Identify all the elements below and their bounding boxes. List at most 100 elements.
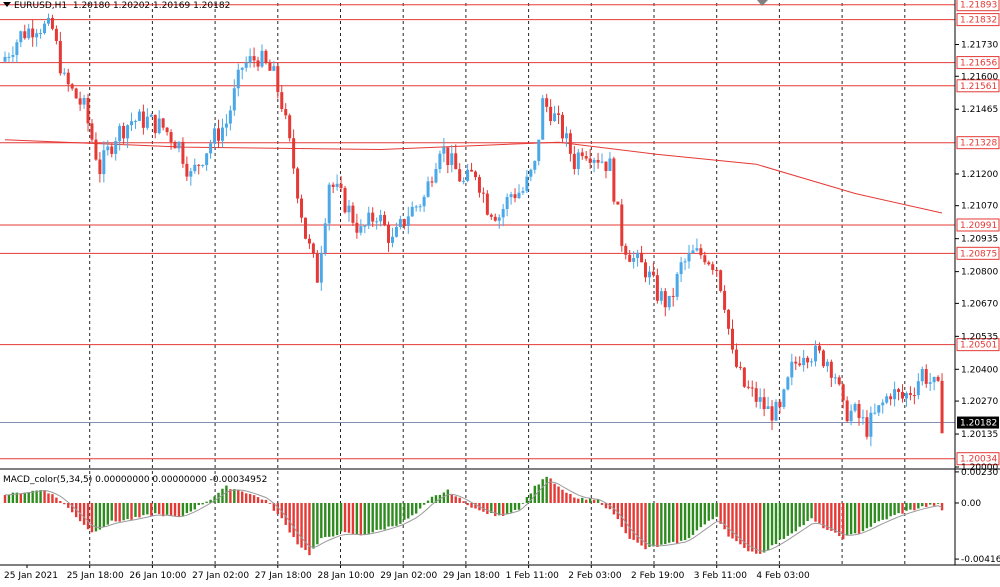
candle	[679, 256, 683, 283]
macd-bar	[778, 502, 782, 540]
price-tick-label: 1.21465	[961, 105, 998, 115]
candle	[375, 217, 379, 230]
candle-body	[189, 171, 193, 177]
candle	[27, 23, 31, 40]
macd-bar	[331, 502, 335, 537]
candle-body	[54, 28, 58, 41]
candle-body	[122, 125, 126, 139]
candle-body	[707, 262, 711, 265]
candle	[323, 218, 327, 256]
candle	[940, 373, 944, 434]
macd-bar	[845, 502, 849, 536]
candle-body	[169, 132, 173, 143]
candle	[719, 269, 723, 293]
time-tick-label: 4 Feb 03:00	[756, 571, 810, 581]
candle	[794, 356, 798, 371]
candle-body	[133, 120, 137, 122]
price-axis-labels: 1.21730 1.21600 1.21465 1.21200 1.21070 1.209…	[955, 41, 1000, 565]
candle-body	[485, 193, 489, 215]
candle-body	[770, 406, 774, 421]
candle	[276, 64, 280, 99]
macd-bar	[470, 502, 473, 508]
candle-body	[912, 395, 916, 397]
candle	[228, 105, 232, 131]
candle-body	[624, 245, 628, 255]
macd-bar	[668, 502, 671, 543]
candle	[560, 111, 564, 143]
time-tick-label: 29 Jan 18:00	[443, 571, 500, 581]
candle	[608, 152, 612, 172]
macd-bar	[248, 494, 252, 503]
horizontal-level-lines[interactable]: 1.21893 1.21832 1.21656 1.21561 1.21328 1.209…	[0, 0, 1000, 466]
macd-bar	[679, 502, 683, 541]
chart-header[interactable]: EURUSD,H1 1.20180 1.20202 1.20169 1.2018…	[3, 1, 230, 11]
macd-bar	[138, 502, 141, 518]
candle-body	[841, 384, 845, 401]
candle-body	[636, 252, 640, 259]
candle-body	[303, 217, 307, 239]
macd-bar	[683, 502, 687, 541]
candle-body	[679, 262, 683, 275]
candle	[912, 387, 916, 405]
candle-body	[296, 168, 300, 199]
candle-body	[173, 142, 177, 149]
candle	[624, 243, 628, 260]
price-tick-label: 1.20135	[961, 430, 998, 440]
candle	[347, 199, 351, 222]
candle	[157, 110, 161, 135]
candle	[197, 164, 201, 175]
candle	[568, 129, 572, 162]
candle	[742, 366, 746, 389]
level-tag-label: 1.20875	[960, 249, 997, 259]
macd-bar	[86, 502, 90, 530]
macd-bar	[161, 502, 165, 517]
macd-bar	[169, 502, 173, 516]
candle-body	[343, 187, 347, 213]
candle	[153, 114, 157, 139]
candle-body	[217, 128, 221, 141]
candle	[529, 168, 533, 182]
macd-bar	[130, 502, 133, 520]
candle	[114, 137, 118, 161]
macd-bar	[928, 502, 932, 505]
candle-body	[675, 274, 679, 297]
current-price-label: 1.20182	[960, 419, 997, 429]
price-tick-label: 1.21200	[961, 170, 998, 180]
candle-body	[367, 212, 371, 226]
candle	[86, 93, 90, 132]
candle-body	[782, 389, 786, 407]
candle	[185, 156, 189, 182]
candle	[406, 206, 410, 234]
candle	[11, 46, 15, 63]
candle-body	[185, 163, 189, 177]
candle	[873, 403, 877, 415]
macd-bar	[82, 502, 86, 525]
candle-body	[371, 212, 375, 222]
macd-values: 0.00000000 0.00000000 -0.00034952	[95, 475, 268, 485]
macd-bar	[834, 502, 837, 533]
candle-body	[106, 146, 110, 151]
candle-body	[865, 417, 869, 437]
macd-bar	[367, 502, 370, 534]
candle-body	[584, 156, 588, 159]
candle-body	[252, 56, 256, 61]
candle	[74, 87, 78, 99]
candle	[786, 376, 790, 391]
candle-body	[786, 377, 790, 390]
candle	[497, 214, 501, 229]
candle	[517, 184, 521, 200]
candle-body	[110, 146, 114, 154]
candle-body	[802, 357, 806, 366]
candle	[485, 190, 489, 216]
candle	[7, 52, 11, 62]
candle-body	[58, 40, 62, 74]
time-tick-label: 27 Jan 18:00	[255, 571, 312, 581]
dropdown-arrow-icon[interactable]	[3, 2, 11, 7]
macd-bar	[312, 502, 315, 549]
trading-chart[interactable]: 1.21893 1.21832 1.21656 1.21561 1.21328 1.209…	[0, 0, 1000, 587]
candle-body	[236, 69, 240, 89]
candle	[414, 204, 418, 212]
macd-bar	[794, 502, 797, 532]
macd-bar	[517, 502, 521, 510]
candle-body	[181, 141, 185, 164]
